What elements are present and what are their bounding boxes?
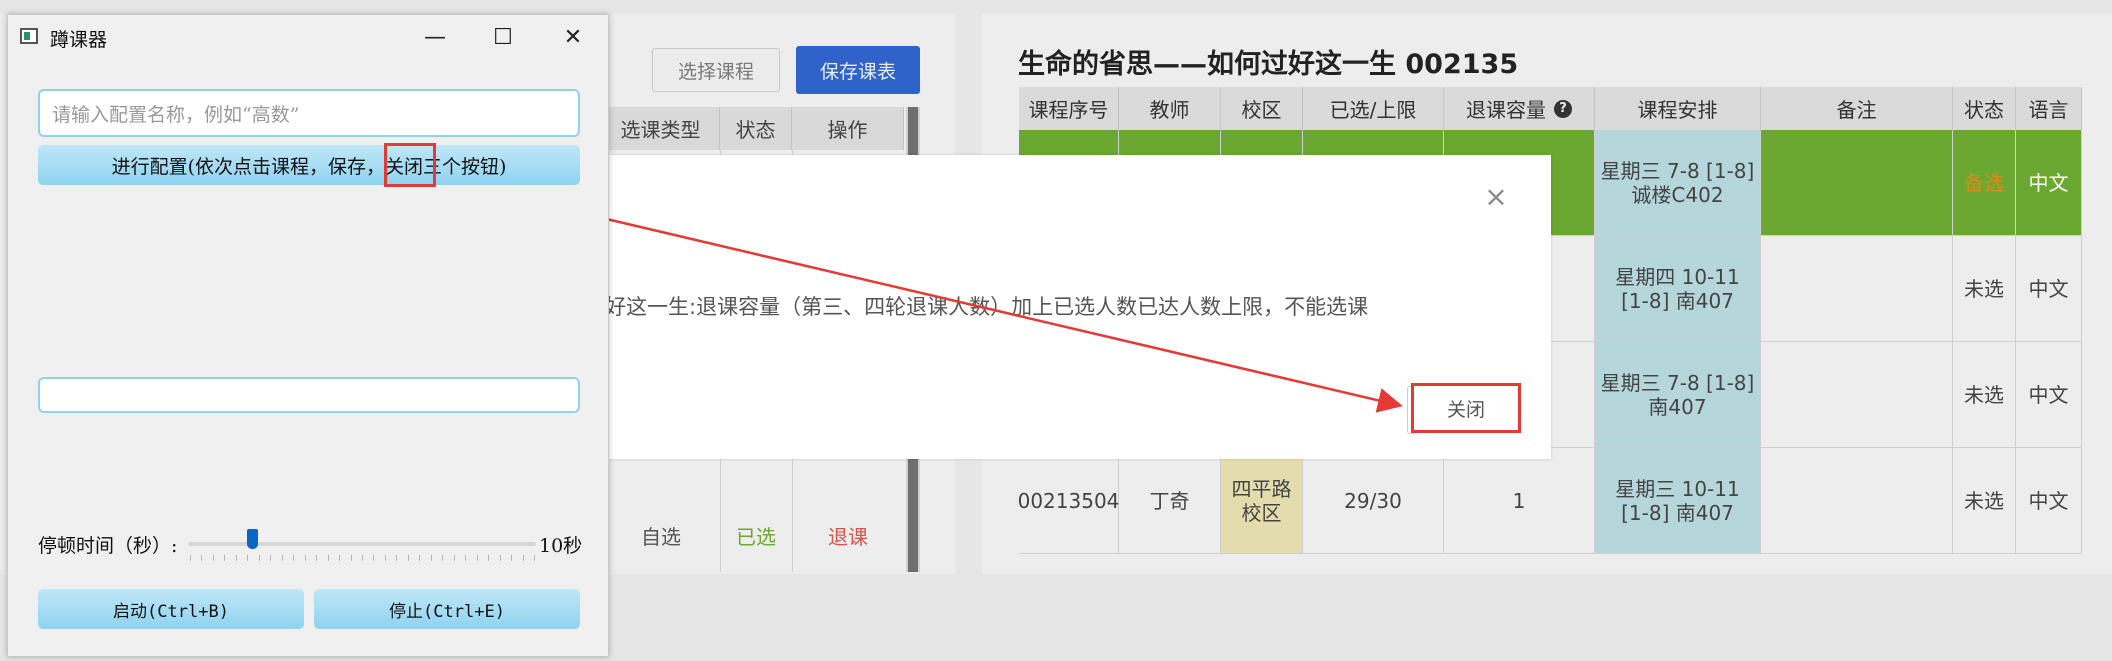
slider-tick	[511, 555, 513, 561]
configure-button[interactable]: 进行配置(依次点击课程，保存，关闭三个按钮)	[38, 145, 580, 185]
close-icon[interactable]: ✕	[548, 21, 598, 53]
pause-slider-handle[interactable]	[246, 529, 258, 549]
title-bar[interactable]: 蹲课器 — ☐ ✕	[8, 15, 608, 61]
slider-tick	[499, 555, 501, 561]
slider-tick	[235, 555, 237, 561]
slider-tick	[465, 555, 467, 561]
minimize-icon[interactable]: —	[410, 21, 460, 53]
status-field[interactable]	[38, 377, 580, 413]
slider-tick	[407, 555, 409, 561]
config-name-input[interactable]: 请输入配置名称，例如“高数”	[38, 89, 580, 137]
start-button[interactable]: 启动(Ctrl+B)	[38, 589, 304, 629]
slider-tick	[430, 555, 432, 561]
slider-tick	[201, 555, 203, 561]
slider-tick	[453, 555, 455, 561]
annotation-highlight	[384, 143, 436, 187]
slider-tick	[339, 555, 341, 561]
slider-tick	[522, 555, 524, 561]
slider-tick	[224, 555, 226, 561]
slider-tick	[212, 555, 214, 561]
slider-tick	[384, 555, 386, 561]
slider-tick	[190, 555, 191, 561]
slider-tick	[534, 555, 535, 561]
window-title: 蹲课器	[50, 29, 108, 51]
app-window: 蹲课器 — ☐ ✕ 请输入配置名称，例如“高数” 进行配置(依次点击课程，保存，…	[7, 14, 609, 657]
slider-tick	[304, 555, 306, 561]
stop-button[interactable]: 停止(Ctrl+E)	[314, 589, 580, 629]
pause-time-label: 停顿时间（秒）:	[38, 535, 178, 557]
slider-tick	[476, 555, 478, 561]
slider-tick	[327, 555, 329, 561]
slider-tick	[442, 555, 444, 561]
slider-tick	[350, 555, 352, 561]
slider-tick	[396, 555, 398, 561]
slider-tick	[488, 555, 490, 561]
slider-tick	[373, 555, 375, 561]
slider-tick	[247, 555, 249, 561]
slider-tick	[270, 555, 272, 561]
pause-slider-track[interactable]	[188, 542, 536, 546]
slider-tick	[362, 555, 363, 561]
app-icon	[20, 28, 38, 44]
slider-tick	[293, 555, 295, 561]
slider-tick	[258, 555, 260, 561]
slider-tick	[419, 555, 421, 561]
slider-tick	[316, 555, 318, 561]
pause-time-value: 10秒	[539, 535, 583, 557]
slider-tick	[281, 555, 283, 561]
maximize-icon[interactable]: ☐	[478, 21, 528, 53]
